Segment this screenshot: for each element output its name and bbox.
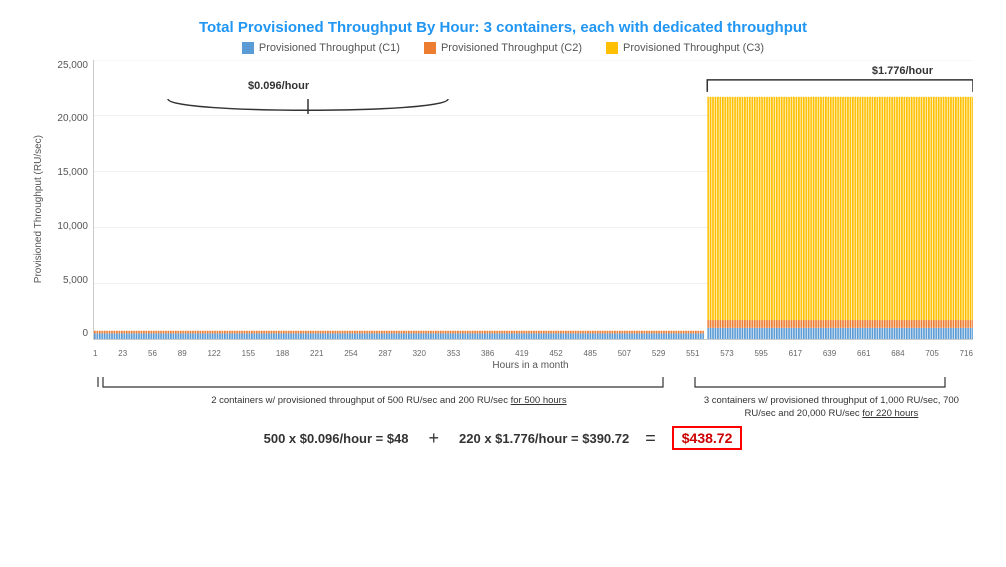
legend-label-c2: Provisioned Throughput (C2)	[441, 42, 582, 54]
chart-title: Total Provisioned Throughput By Hour: 3 …	[33, 19, 973, 36]
title-highlight: 3 containers, each with dedicated throug…	[484, 19, 807, 36]
price-callout-phase2: $1.776/hour	[872, 65, 933, 77]
phase2-brace-bottom	[690, 373, 973, 391]
formula-2: 220 x $1.776/hour = $390.72	[459, 431, 629, 446]
chart-inner: 0 5,000 10,000 15,000 20,000 25,000	[48, 60, 973, 360]
phase2-annotation: 3 containers w/ provisioned throughput o…	[690, 373, 973, 421]
formula-1: 500 x $0.096/hour = $48	[264, 431, 409, 446]
phase1-brace-svg	[158, 94, 458, 124]
total-box: $438.72	[672, 426, 743, 450]
bracket-row: 2 containers w/ provisioned throughput o…	[33, 373, 973, 421]
chart-legend: Provisioned Throughput (C1) Provisioned …	[33, 42, 973, 54]
legend-label-c1: Provisioned Throughput (C1)	[259, 42, 400, 54]
y-tick-15000: 15,000	[57, 167, 88, 178]
legend-swatch-c2	[424, 42, 436, 54]
legend-c1: Provisioned Throughput (C1)	[242, 42, 400, 54]
title-prefix: Total Provisioned Throughput By Hour:	[199, 19, 484, 36]
chart-area: Provisioned Throughput (RU/sec) 0 5,000 …	[33, 60, 973, 360]
price-label-phase2: $1.776/hour	[872, 65, 933, 77]
price-callout-phase1: $0.096/hour	[248, 80, 309, 92]
legend-label-c3: Provisioned Throughput (C3)	[623, 42, 764, 54]
phase1-brace-bottom	[88, 373, 690, 391]
price-label-phase1: $0.096/hour	[248, 80, 309, 92]
y-tick-0: 0	[82, 328, 88, 339]
x-axis-title: Hours in a month	[88, 360, 973, 371]
formula-plus: +	[429, 428, 440, 449]
phase1-annotation: 2 containers w/ provisioned throughput o…	[88, 373, 690, 421]
legend-swatch-c3	[606, 42, 618, 54]
y-axis: 0 5,000 10,000 15,000 20,000 25,000	[48, 60, 93, 340]
legend-c3: Provisioned Throughput (C3)	[606, 42, 764, 54]
x-axis-label: Hours in a month	[492, 360, 568, 371]
y-tick-10000: 10,000	[57, 221, 88, 232]
legend-c2: Provisioned Throughput (C2)	[424, 42, 582, 54]
phase2-annotation-text: 3 containers w/ provisioned throughput o…	[690, 394, 973, 421]
legend-swatch-c1	[242, 42, 254, 54]
chart-container: Total Provisioned Throughput By Hour: 3 …	[13, 9, 993, 559]
x-axis-labels: 1 23 56 89 122 155 188 221 254 287 320 3…	[93, 349, 973, 358]
y-tick-5000: 5,000	[63, 275, 88, 286]
formula-row: 500 x $0.096/hour = $48 + 220 x $1.776/h…	[33, 426, 973, 450]
y-tick-20000: 20,000	[57, 113, 88, 124]
phase1-annotation-text: 2 containers w/ provisioned throughput o…	[88, 394, 690, 407]
y-tick-25000: 25,000	[57, 60, 88, 71]
equals-sign: =	[645, 428, 656, 449]
y-axis-label: Provisioned Throughput (RU/sec)	[33, 135, 44, 283]
